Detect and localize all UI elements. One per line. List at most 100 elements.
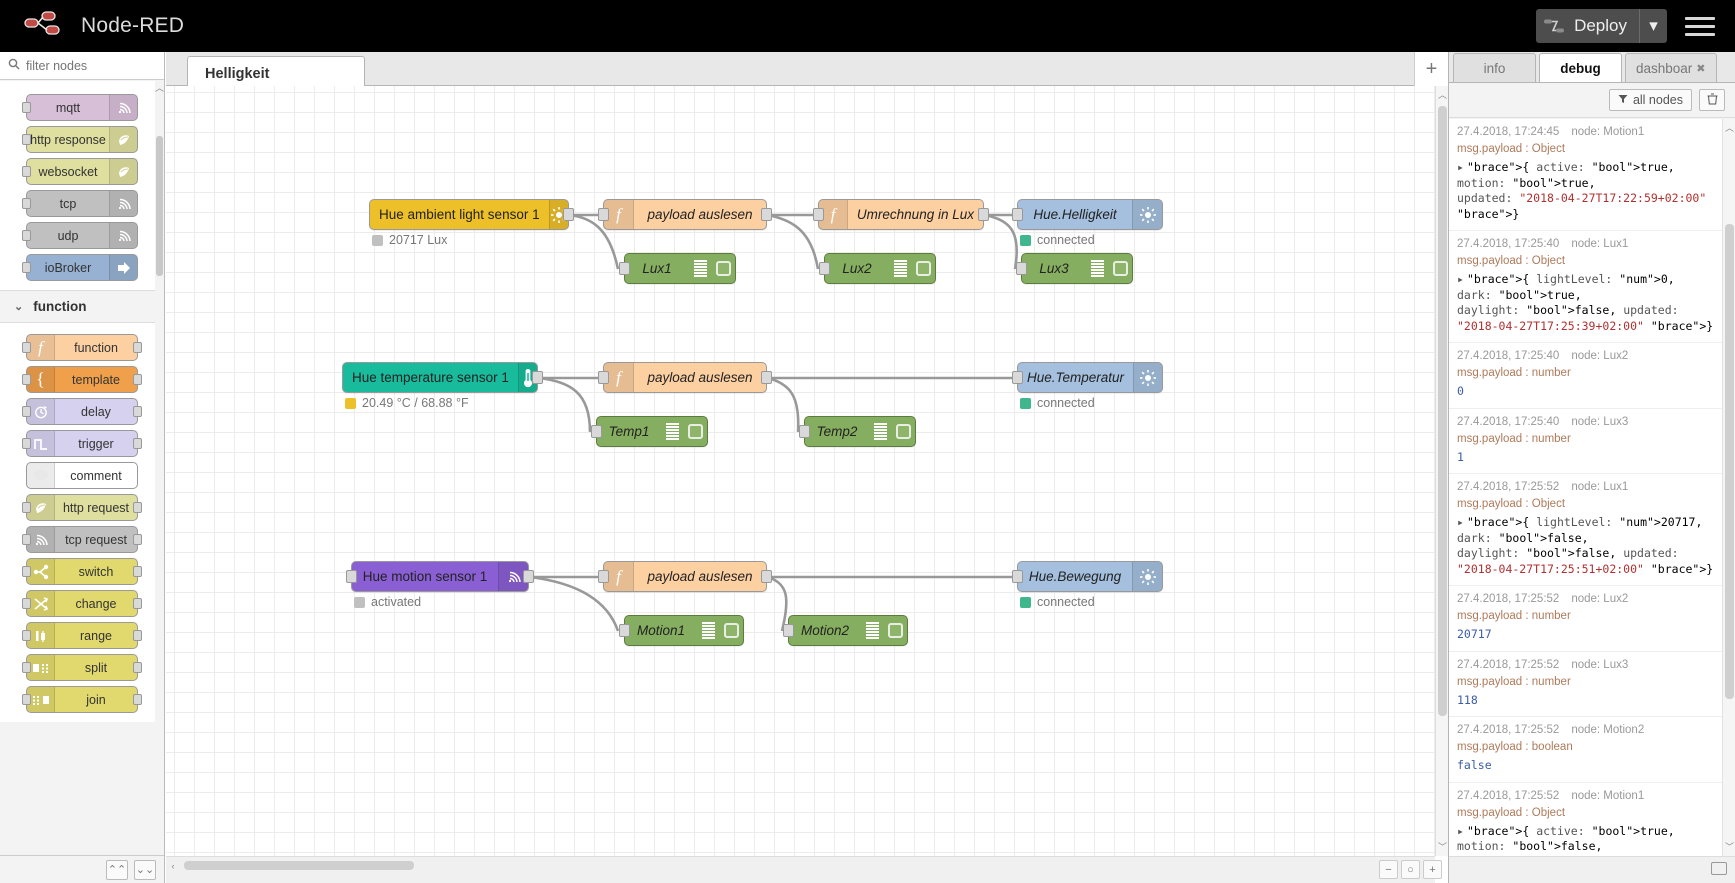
debug-source-node[interactable]: node: Lux2 [1571, 350, 1628, 362]
debug-source-node[interactable]: node: Motion2 [1571, 724, 1644, 736]
node-input-port[interactable] [22, 406, 31, 417]
expand-arrow-icon[interactable]: ▸ [1457, 160, 1464, 174]
node-input-port[interactable] [22, 342, 31, 353]
node-input-port[interactable] [22, 502, 31, 513]
palette-node-split[interactable]: split [22, 654, 142, 681]
node-input-port[interactable] [22, 230, 31, 241]
node-input-port[interactable] [22, 134, 31, 145]
node-output-port[interactable] [133, 598, 142, 609]
debug-scrollbar[interactable]: ︿ ﹀ [1722, 119, 1735, 856]
debug-filter-button[interactable]: all nodes [1608, 89, 1692, 111]
zoom-out-button[interactable]: − [1379, 860, 1398, 879]
palette-node-join[interactable]: join [22, 686, 142, 713]
flow-node-mot[interactable]: Hue motion sensor 1 activated [346, 561, 534, 609]
palette-node-function[interactable]: f function [22, 334, 142, 361]
palette-node-list[interactable]: mqtt http response websocket tcp udp ioBroker… [0, 81, 164, 855]
node-output-port[interactable] [133, 406, 142, 417]
close-icon[interactable]: ✖ [1696, 62, 1705, 75]
node-output-port[interactable] [133, 630, 142, 641]
deploy-button[interactable]: Deploy ▾ [1536, 9, 1667, 43]
palette-node-mqtt[interactable]: mqtt [22, 94, 138, 121]
flow-node-hel[interactable]: Hue.Helligkeit connected [1012, 199, 1163, 247]
search-input[interactable] [26, 58, 146, 73]
debug-source-node[interactable]: node: Lux2 [1571, 593, 1628, 605]
sidebar-tab-dashboar[interactable]: dashboar ✖ [1625, 53, 1717, 82]
debug-message[interactable]: 27.4.2018, 17:24:45 node: Motion1 msg.payl… [1449, 119, 1722, 232]
node-output-port[interactable] [133, 438, 142, 449]
zoom-reset-button[interactable]: ○ [1401, 860, 1420, 879]
flow-node-temp1[interactable]: Temp1 [591, 416, 708, 447]
palette-node-tcp-request[interactable]: tcp request [22, 526, 142, 553]
node-output-port[interactable] [532, 371, 543, 384]
node-input-port[interactable] [22, 438, 31, 449]
clear-debug-button[interactable] [1699, 89, 1725, 111]
node-input-port[interactable] [22, 198, 31, 209]
node-output-port[interactable] [133, 662, 142, 673]
node-input-port[interactable] [799, 425, 810, 438]
expand-arrow-icon[interactable]: ▸ [1457, 272, 1464, 286]
debug-source-node[interactable]: node: Motion1 [1571, 790, 1644, 802]
node-input-port[interactable] [598, 371, 609, 384]
chevron-down-icon[interactable]: ▾ [1639, 9, 1667, 43]
debug-enable-toggle[interactable] [891, 417, 915, 446]
scroll-up-icon[interactable]: ︿ [155, 81, 164, 95]
node-input-port[interactable] [783, 624, 794, 637]
flow-node-pl2[interactable]: f payload auslesen [598, 362, 772, 393]
node-output-port[interactable] [978, 208, 989, 221]
palette-search-bar[interactable] [0, 52, 164, 80]
palette-node-ioBroker[interactable]: ioBroker [22, 254, 138, 281]
sidebar-tab-debug[interactable]: debug [1539, 53, 1622, 82]
palette-node-delay[interactable]: delay [22, 398, 142, 425]
node-input-port[interactable] [819, 262, 830, 275]
flow-node-temp2[interactable]: Temp2 [799, 416, 916, 447]
node-input-port[interactable] [22, 166, 31, 177]
canvas-vscroll-thumb[interactable] [1438, 106, 1447, 716]
panel-toggle-icon[interactable] [1711, 862, 1727, 875]
node-input-port[interactable] [598, 570, 609, 583]
node-input-port[interactable] [22, 374, 31, 385]
canvas-vertical-scrollbar[interactable]: ︿ ﹀ [1435, 86, 1448, 856]
palette-node-trigger[interactable]: trigger [22, 430, 142, 457]
flow-tab-helligkeit[interactable]: Helligkeit [187, 56, 365, 90]
node-input-port[interactable] [22, 534, 31, 545]
flow-node-temp[interactable]: Hue temperature sensor 1 20.49 °C / 68.88… [342, 362, 543, 410]
flow-canvas[interactable]: Hue ambient light sensor 1 20717 Lux f payl… [166, 86, 1435, 856]
node-output-port[interactable] [133, 502, 142, 513]
flow-node-pl1[interactable]: f payload auslesen [598, 199, 772, 230]
node-input-port[interactable] [1012, 570, 1023, 583]
node-input-port[interactable] [619, 262, 630, 275]
expand-arrow-icon[interactable]: ▸ [1457, 824, 1464, 838]
flow-node-mot2[interactable]: Motion2 [783, 615, 908, 646]
hamburger-menu-icon[interactable] [1685, 11, 1715, 41]
node-input-port[interactable] [591, 425, 602, 438]
node-input-port[interactable] [22, 566, 31, 577]
node-output-port[interactable] [133, 374, 142, 385]
debug-message[interactable]: 27.4.2018, 17:25:52 node: Motion1 msg.payl… [1449, 783, 1722, 856]
node-input-port[interactable] [1012, 208, 1023, 221]
debug-enable-toggle[interactable] [719, 616, 743, 645]
node-output-port[interactable] [761, 371, 772, 384]
debug-source-node[interactable]: node: Lux3 [1571, 659, 1628, 671]
node-output-port[interactable] [133, 694, 142, 705]
palette-scrollbar[interactable]: ︿ [155, 81, 164, 855]
scroll-up-icon[interactable]: ︿ [1723, 119, 1735, 137]
collapse-all-button[interactable]: ⌃⌃ [106, 859, 128, 880]
palette-node-change[interactable]: change [22, 590, 142, 617]
debug-enable-toggle[interactable] [1108, 254, 1132, 283]
palette-node-switch[interactable]: switch [22, 558, 142, 585]
debug-message[interactable]: 27.4.2018, 17:25:52 node: Lux2 msg.payload… [1449, 586, 1722, 652]
node-output-port[interactable] [133, 342, 142, 353]
expand-arrow-icon[interactable]: ▸ [1457, 515, 1464, 529]
node-output-port[interactable] [563, 208, 574, 221]
node-input-port[interactable] [22, 262, 31, 273]
palette-node-http-response[interactable]: http response [22, 126, 138, 153]
node-output-port[interactable] [761, 208, 772, 221]
debug-message[interactable]: 27.4.2018, 17:25:52 node: Lux3 msg.payload… [1449, 652, 1722, 718]
debug-source-node[interactable]: node: Motion1 [1571, 126, 1644, 138]
debug-source-node[interactable]: node: Lux3 [1571, 416, 1628, 428]
palette-category-function[interactable]: ⌄ function [0, 290, 164, 323]
flow-node-amb[interactable]: Hue ambient light sensor 1 20717 Lux [369, 199, 574, 247]
flow-node-bew[interactable]: Hue.Bewegung connected [1012, 561, 1163, 609]
node-input-port[interactable] [1012, 371, 1023, 384]
node-input-port[interactable] [22, 694, 31, 705]
